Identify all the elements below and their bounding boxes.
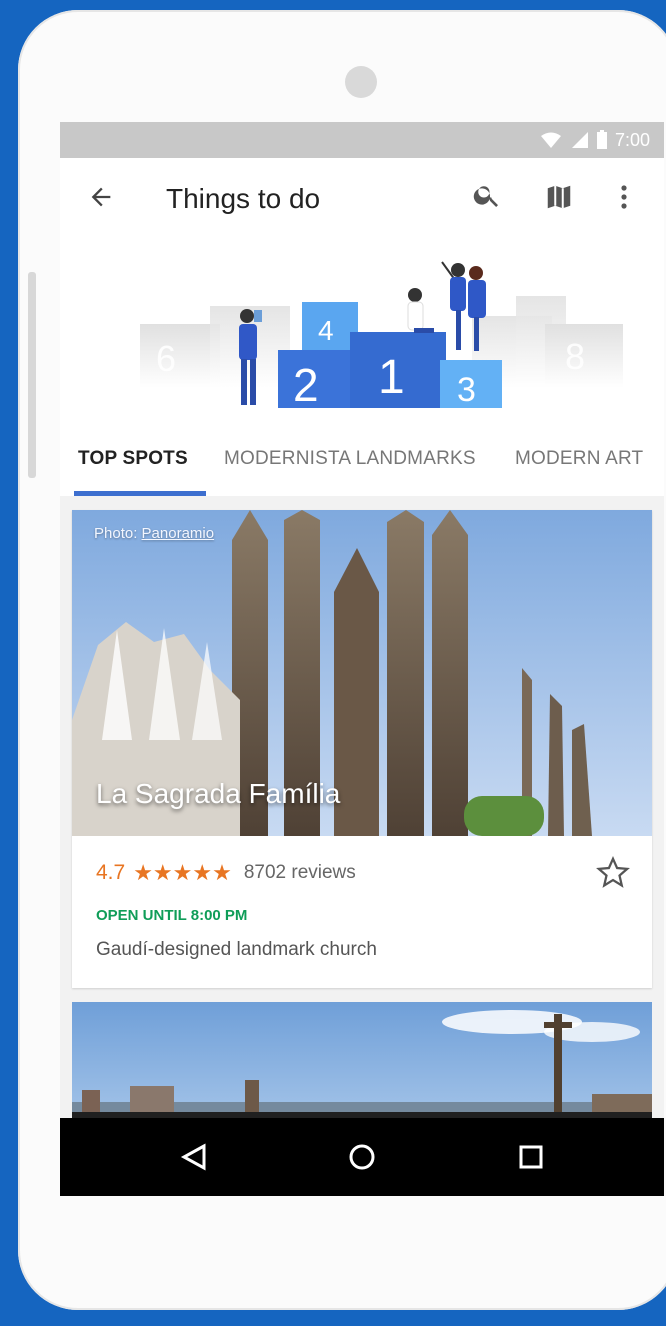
podium-number-2: 2 xyxy=(293,359,319,411)
podium-number-6: 6 xyxy=(156,338,176,379)
sitting-person-icon xyxy=(407,288,434,333)
front-camera xyxy=(345,66,377,98)
save-star-icon[interactable] xyxy=(596,856,630,895)
system-navigation-bar xyxy=(60,1118,664,1196)
place-photo[interactable]: Photo: Panoramio La Sagrada Família xyxy=(72,510,652,836)
phone-frame: 7:00 Things to do 6 4 2 1 3 8 TOP SPOTS … xyxy=(18,10,666,1310)
photo-credit-link[interactable]: Panoramio xyxy=(142,525,215,542)
photo-credit-prefix: Photo: xyxy=(94,525,138,542)
page-title: Things to do xyxy=(166,183,321,214)
battery-icon xyxy=(596,130,608,150)
review-count[interactable]: 8702 reviews xyxy=(244,862,356,884)
cellular-signal-icon xyxy=(569,131,589,149)
podium-number-8: 8 xyxy=(565,336,585,377)
rating-stars: ★★★★★ xyxy=(133,860,232,885)
status-bar: 7:00 xyxy=(60,122,664,158)
tab-top-spots[interactable]: TOP SPOTS xyxy=(78,448,188,470)
place-description: Gaudí-designed landmark church xyxy=(96,939,377,960)
tab-modern-art[interactable]: MODERN ART xyxy=(515,448,643,470)
arrow-back-icon[interactable] xyxy=(86,182,116,212)
opening-hours: OPEN UNTIL 8:00 PM xyxy=(96,907,248,924)
app-toolbar: Things to do xyxy=(60,158,664,240)
podium-number-1: 1 xyxy=(378,351,405,404)
app-screen: 7:00 Things to do 6 4 2 1 3 8 TOP SPOTS … xyxy=(60,122,664,1196)
place-card[interactable]: Photo: Panoramio La Sagrada Família 4.7 … xyxy=(72,510,652,988)
search-icon[interactable] xyxy=(472,180,502,210)
side-button xyxy=(28,272,36,478)
rating-value: 4.7 xyxy=(96,861,126,884)
circle-home-icon[interactable] xyxy=(345,1140,379,1174)
podium-number-3: 3 xyxy=(457,371,476,409)
wifi-icon xyxy=(540,131,562,149)
category-tabs: TOP SPOTS MODERNISTA LANDMARKS MODERN AR… xyxy=(60,424,664,497)
status-time: 7:00 xyxy=(614,129,650,150)
podium-number-4: 4 xyxy=(318,315,334,346)
place-name: La Sagrada Família xyxy=(96,778,341,809)
rating-row: 4.7 ★★★★★ 8702 reviews xyxy=(96,860,356,886)
tab-modernista-landmarks[interactable]: MODERNISTA LANDMARKS xyxy=(224,448,476,470)
photo-credit: Photo: Panoramio xyxy=(94,525,214,542)
map-icon[interactable] xyxy=(544,182,574,212)
podium-illustration: 6 4 2 1 3 8 xyxy=(60,240,664,424)
square-recents-icon[interactable] xyxy=(514,1140,548,1174)
places-feed: Photo: Panoramio La Sagrada Família 4.7 … xyxy=(60,496,664,1196)
more-vert-icon[interactable] xyxy=(609,182,639,212)
triangle-back-icon[interactable] xyxy=(176,1140,210,1174)
